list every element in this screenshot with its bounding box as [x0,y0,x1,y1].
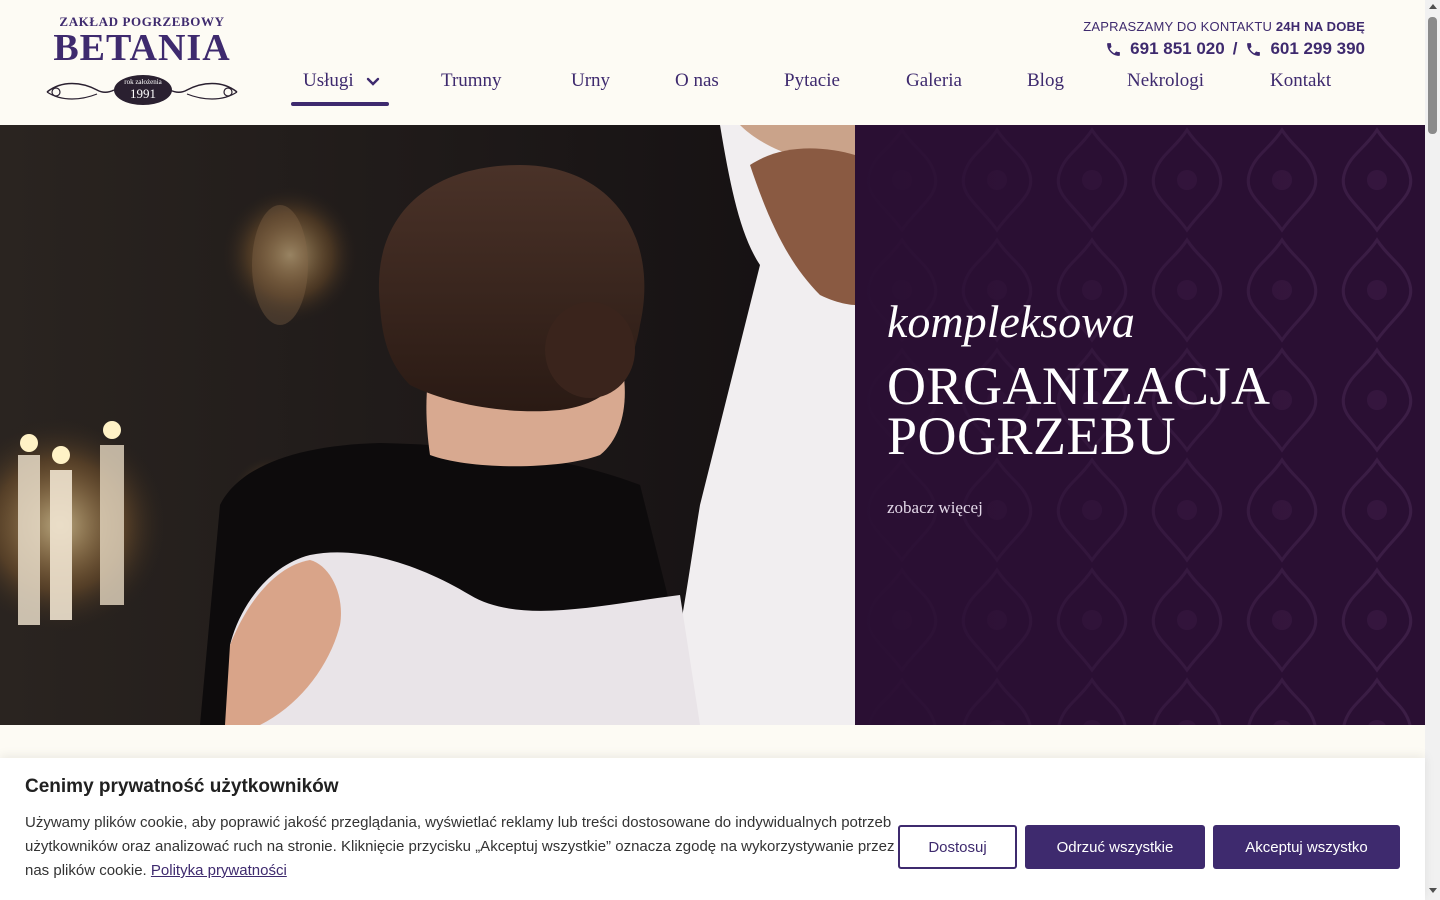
hero-text-panel: kompleksowa ORGANIZACJA POGRZEBU zobacz … [855,125,1425,725]
nav-item-urny[interactable]: Urny [571,70,610,92]
nav-active-underline [291,102,389,106]
logo-badge-caption: rok założenia [124,78,162,86]
accept-all-button[interactable]: Akceptuj wszystko [1213,825,1400,869]
nav-item-kontakt[interactable]: Kontakt [1270,70,1331,92]
nav-item-label: Urny [571,70,611,91]
logo-badge-year: 1991 [130,86,156,101]
hero-title: ORGANIZACJA POGRZEBU [887,356,1271,466]
phone-icon [1247,42,1261,56]
nav-item-nekrologi[interactable]: Nekrologi [1127,70,1204,92]
phone-link-2[interactable]: 601 299 390 [1245,39,1365,59]
scroll-down-arrow-icon[interactable] [1429,888,1437,893]
hero-subtitle: kompleksowa [887,296,1135,347]
page-scrollbar[interactable] [1425,0,1440,900]
phone-number-1: 691 851 020 [1130,39,1225,58]
nav-item-galeria[interactable]: Galeria [906,70,962,92]
nav-item-o-nas[interactable]: O nas [675,70,719,92]
privacy-policy-link[interactable]: Polityka prywatności [151,862,287,879]
site-header: ZAKŁAD POGRZEBOWY BETANIA rok założenia … [0,0,1425,125]
hero-title-line-2: POGRZEBU [887,406,1177,466]
hero-photo [0,125,855,725]
hero-title-line-1: ORGANIZACJA [887,356,1271,416]
nav-item-label: O nas [675,70,719,91]
reject-all-button[interactable]: Odrzuć wszystkie [1025,825,1205,869]
phone-link-1[interactable]: 691 851 020 [1105,39,1225,59]
cookie-title: Cenimy prywatność użytkowników [25,776,339,797]
nav-item-trumny[interactable]: Trumny [441,70,502,92]
scroll-up-arrow-icon[interactable] [1429,4,1437,9]
cookie-description: Używamy plików cookie, aby poprawić jako… [25,811,895,883]
cookie-consent-banner: Cenimy prywatność użytkowników Używamy p… [0,758,1425,900]
contact-invite-text: ZAPRASZAMY DO KONTAKTU [1083,19,1273,34]
nav-item-label: Blog [1027,70,1064,91]
phone-number-2: 601 299 390 [1270,39,1365,58]
contact-invite: ZAPRASZAMY DO KONTAKTU 24H NA DOBĘ [1083,19,1365,34]
logo-name: BETANIA [53,27,231,69]
nav-item-blog[interactable]: Blog [1027,70,1064,92]
hero-banner: kompleksowa ORGANIZACJA POGRZEBU zobacz … [0,125,1425,725]
nav-item-label: Usługi [303,70,354,91]
nav-item-label: Pytacie [784,70,840,91]
nav-item-label: Trumny [441,70,502,91]
phone-separator: / [1232,39,1238,58]
contact-invite-hours: 24H NA DOBĘ [1275,19,1365,34]
see-more-link[interactable]: zobacz więcej [887,498,983,518]
logo[interactable]: ZAKŁAD POGRZEBOWY BETANIA rok założenia … [42,12,242,112]
logo-badge: rok założenia 1991 [114,75,172,105]
phone-numbers: 691 851 020 / 601 299 390 [1105,39,1365,59]
hero-photo-illustration [0,125,855,725]
nav-item-uslugi[interactable]: Usługi [303,70,380,92]
nav-item-pytacie[interactable]: Pytacie [784,70,840,92]
nav-item-label: Nekrologi [1127,70,1205,91]
scrollbar-thumb[interactable] [1428,17,1437,134]
phone-icon [1107,42,1121,56]
nav-item-label: Galeria [906,70,962,91]
chevron-down-icon [367,77,380,86]
customize-button[interactable]: Dostosuj [898,825,1017,869]
nav-item-label: Kontakt [1270,70,1332,91]
